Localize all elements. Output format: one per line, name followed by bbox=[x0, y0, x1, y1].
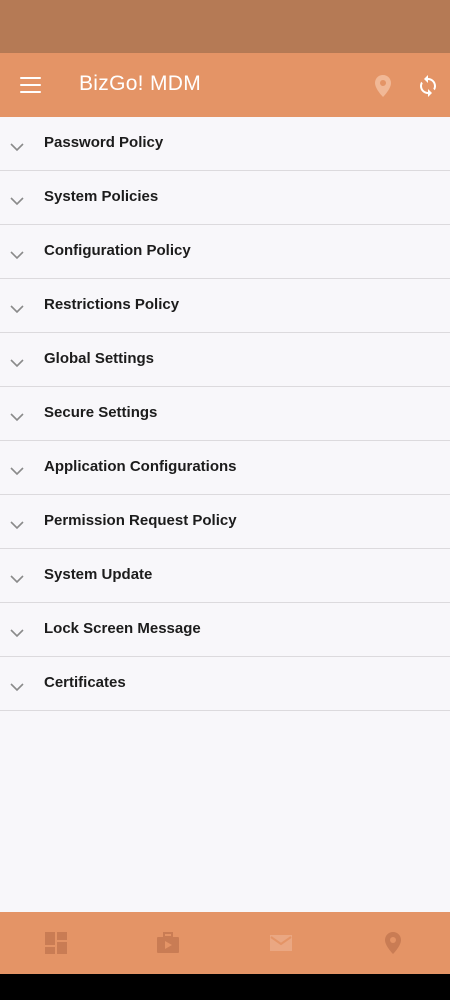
policy-label: Certificates bbox=[44, 674, 126, 691]
policy-row[interactable]: Secure Settings bbox=[0, 387, 450, 441]
policy-label: Global Settings bbox=[44, 350, 155, 367]
policy-row[interactable]: Application Configurations bbox=[0, 441, 450, 495]
menu-icon[interactable] bbox=[20, 77, 41, 93]
briefcase-icon[interactable] bbox=[156, 931, 180, 955]
app-bar: BizGo! MDM bbox=[0, 53, 450, 117]
policy-row[interactable]: System Policies bbox=[0, 171, 450, 225]
chevron-down-icon bbox=[10, 409, 24, 422]
policy-row[interactable]: Global Settings bbox=[0, 333, 450, 387]
chevron-down-icon bbox=[10, 247, 24, 260]
chevron-down-icon bbox=[10, 517, 24, 530]
policy-label: System Update bbox=[44, 566, 153, 583]
policy-label: Permission Request Policy bbox=[44, 512, 237, 529]
policy-row[interactable]: Lock Screen Message bbox=[0, 603, 450, 657]
policy-row[interactable]: Configuration Policy bbox=[0, 225, 450, 279]
chevron-down-icon bbox=[10, 679, 24, 692]
policy-row[interactable]: Certificates bbox=[0, 657, 450, 711]
status-bar bbox=[0, 0, 450, 53]
system-navigation-bar bbox=[0, 974, 450, 1000]
policy-row[interactable]: Restrictions Policy bbox=[0, 279, 450, 333]
chevron-down-icon bbox=[10, 301, 24, 314]
policy-row[interactable]: Password Policy bbox=[0, 117, 450, 171]
policy-row[interactable]: System Update bbox=[0, 549, 450, 603]
policy-label: Lock Screen Message bbox=[44, 620, 201, 637]
location-pin-icon[interactable] bbox=[381, 931, 405, 955]
dashboard-icon[interactable] bbox=[44, 931, 68, 955]
chevron-down-icon bbox=[10, 571, 24, 584]
policy-label: Password Policy bbox=[44, 134, 164, 151]
bottom-nav bbox=[0, 912, 450, 974]
policy-label: System Policies bbox=[44, 188, 159, 205]
location-pin-icon[interactable] bbox=[372, 74, 394, 98]
chevron-down-icon bbox=[10, 355, 24, 368]
chevron-down-icon bbox=[10, 139, 24, 152]
policy-label: Secure Settings bbox=[44, 404, 158, 421]
policy-list: Password Policy System Policies Configurat… bbox=[0, 117, 450, 711]
policy-row[interactable]: Permission Request Policy bbox=[0, 495, 450, 549]
mail-icon[interactable] bbox=[269, 931, 293, 955]
chevron-down-icon bbox=[10, 193, 24, 206]
policy-label: Restrictions Policy bbox=[44, 296, 180, 313]
policy-label: Application Configurations bbox=[44, 458, 237, 475]
chevron-down-icon bbox=[10, 625, 24, 638]
chevron-down-icon bbox=[10, 463, 24, 476]
sync-icon[interactable] bbox=[416, 74, 440, 98]
policy-label: Configuration Policy bbox=[44, 242, 191, 259]
app-title: BizGo! MDM bbox=[79, 72, 202, 95]
